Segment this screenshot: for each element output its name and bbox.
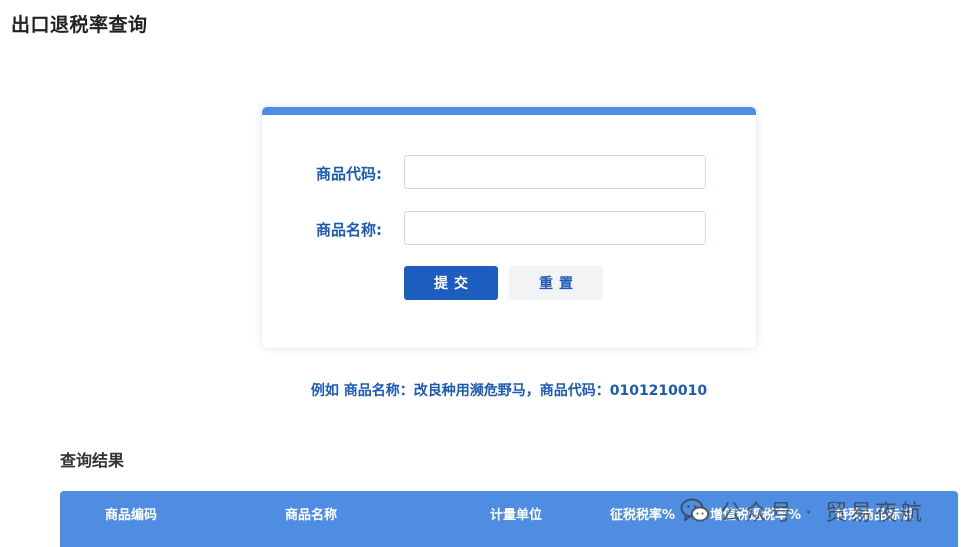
page: 出口退税率查询 商品代码: 商品名称: 提交 重置 例如 商品名称：改良种用濒危… [0,0,968,547]
code-input[interactable] [404,155,706,189]
watermark-text: 公众号 · 贸易夜航 [720,501,925,526]
column-header-tax-rate: 征税税率% [610,508,676,523]
wechat-icon [680,498,709,522]
column-header-unit: 计量单位 [490,508,543,523]
page-title: 出口退税率查询 [11,14,148,36]
code-label: 商品代码: [316,165,382,183]
query-form-card: 商品代码: 商品名称: 提交 重置 [262,107,756,348]
column-header-name: 商品名称 [285,508,338,523]
example-hint: 例如 商品名称：改良种用濒危野马，商品代码：0101210010 [310,383,708,399]
name-input[interactable] [404,211,706,245]
submit-button[interactable]: 提交 [404,266,498,300]
column-header-code: 商品编码 [105,508,158,523]
name-row: 商品名称: [262,211,756,247]
form-card-accent-bar [262,107,756,115]
code-row: 商品代码: [262,155,756,191]
watermark: 公众号 · 贸易夜航 [680,495,925,527]
name-label: 商品名称: [316,221,382,239]
results-heading: 查询结果 [60,451,125,470]
reset-button[interactable]: 重置 [509,266,603,300]
